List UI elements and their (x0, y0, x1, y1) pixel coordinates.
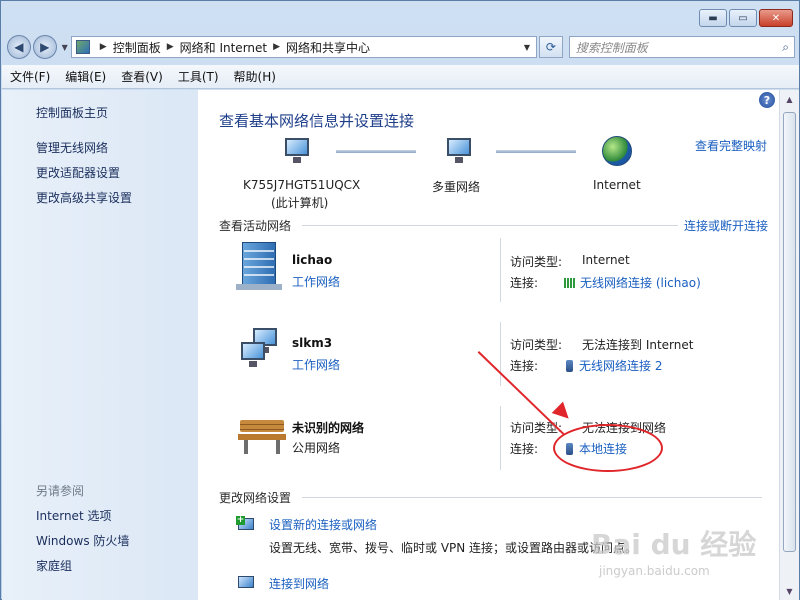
baidu-watermark: Bai du 经验 (591, 528, 757, 561)
internet-globe-icon[interactable] (602, 136, 632, 166)
menu-tools[interactable]: 工具(T) (178, 68, 219, 85)
computer-name: K755J7HGT51UQCX (243, 178, 361, 192)
sidebar-item-control-panel-home[interactable]: 控制面板主页 (36, 104, 108, 121)
column-divider (500, 406, 501, 470)
sidebar-item-advanced-sharing[interactable]: 更改高级共享设置 (36, 189, 132, 206)
forward-button[interactable]: ▶ (32, 35, 57, 59)
internet-label: Internet (593, 178, 641, 192)
access-type-label: 访问类型: (510, 255, 563, 269)
sidebar-item-adapter-settings[interactable]: 更改适配器设置 (36, 164, 120, 181)
minimize-icon: ▬ (708, 12, 718, 24)
public-network-bench-icon (238, 416, 286, 456)
search-icon[interactable]: ⌕ (782, 40, 789, 55)
connection-link-text: 无线网络连接 2 (579, 359, 663, 373)
connection-link[interactable]: 无线网络连接 (lichao) (564, 274, 701, 291)
breadcrumb-network-internet[interactable]: 网络和 Internet (180, 39, 267, 56)
setup-connection-desc: 设置无线、宽带、拨号、临时或 VPN 连接；或设置路由器或访问点。 (269, 541, 638, 555)
address-bar[interactable]: ▶ 控制面板 ▶ 网络和 Internet ▶ 网络和共享中心 ▼ (70, 36, 537, 58)
connect-to-network-icon (236, 574, 258, 596)
connection-label: 连接: (510, 276, 539, 290)
breadcrumb-arrow-icon[interactable]: ▶ (273, 42, 280, 52)
network-name: lichao (292, 253, 333, 267)
change-settings-heading: 更改网络设置 (219, 491, 292, 505)
sidebar-item-internet-options[interactable]: Internet 选项 (36, 507, 111, 524)
annotation-ellipse (553, 424, 663, 472)
network-type-link[interactable]: 工作网络 (292, 273, 340, 290)
connection-link-text: 无线网络连接 (lichao) (580, 276, 701, 290)
search-input[interactable]: 搜索控制面板 ⌕ (568, 36, 795, 58)
sidebar-item-firewall[interactable]: Windows 防火墙 (36, 532, 129, 549)
breadcrumb-control-panel[interactable]: 控制面板 (113, 39, 161, 56)
menu-view[interactable]: 查看(V) (121, 68, 163, 85)
scroll-down-icon[interactable]: ▼ (780, 582, 799, 600)
breadcrumb-arrow-icon[interactable]: ▶ (100, 42, 107, 52)
view-full-map-link[interactable]: 查看完整映射 (695, 137, 767, 154)
new-connection-icon: + (236, 516, 258, 538)
address-row: ◀ ▶ ▼ ▶ 控制面板 ▶ 网络和 Internet ▶ 网络和共享中心 ▼ … (7, 33, 795, 61)
back-button[interactable]: ◀ (7, 35, 31, 59)
multi-network-label: 多重网络 (432, 180, 481, 194)
sidebar: 控制面板主页 管理无线网络 更改适配器设置 更改高级共享设置 另请参阅 Inte… (2, 90, 198, 600)
work-network-icon (236, 242, 282, 290)
adapter-icon (566, 360, 573, 372)
connect-disconnect-link[interactable]: 连接或断开连接 (684, 217, 768, 234)
scroll-up-icon[interactable]: ▲ (780, 90, 799, 108)
address-dropdown-icon[interactable]: ▼ (524, 43, 530, 52)
baidu-watermark-url: jingyan.baidu.com (599, 564, 710, 578)
close-button[interactable]: ✕ (759, 9, 793, 27)
connection-label: 连接: (510, 359, 539, 373)
network-sharing-center-window: ▬ ▭ ✕ ◀ ▶ ▼ ▶ 控制面板 ▶ 网络和 Internet ▶ 网络和共… (0, 0, 800, 600)
menu-file[interactable]: 文件(F) (10, 68, 50, 85)
breadcrumb-network-sharing-center[interactable]: 网络和共享中心 (286, 39, 370, 56)
menu-bar: 文件(F) 编辑(E) 查看(V) 工具(T) 帮助(H) (2, 65, 799, 89)
refresh-button[interactable]: ⟳ (538, 36, 563, 58)
maximize-button[interactable]: ▭ (729, 9, 757, 27)
network-type: 公用网络 (292, 441, 341, 455)
sidebar-item-manage-wireless[interactable]: 管理无线网络 (36, 139, 108, 156)
menu-help[interactable]: 帮助(H) (234, 68, 276, 85)
computer-sub: (此计算机) (271, 196, 329, 210)
close-icon: ✕ (771, 12, 781, 24)
network-name: slkm3 (292, 336, 333, 350)
access-type-value: 无法连接到 Internet (582, 338, 694, 352)
access-type-label: 访问类型: (510, 421, 563, 435)
connect-to-network-link[interactable]: 连接到网络 (269, 575, 329, 592)
section-divider (302, 225, 678, 226)
caption-buttons: ▬ ▭ ✕ (699, 9, 793, 27)
map-connector (496, 150, 576, 153)
network-type-link[interactable]: 工作网络 (292, 356, 340, 373)
computer-icon[interactable] (282, 138, 312, 164)
active-networks-heading: 查看活动网络 (219, 219, 292, 233)
network-name: 未识别的网络 (292, 421, 365, 435)
wireless-signal-icon (564, 278, 576, 288)
multi-network-icon[interactable] (444, 138, 474, 164)
menu-edit[interactable]: 编辑(E) (65, 68, 106, 85)
work-network-computers-icon (238, 328, 284, 374)
setup-connection-link[interactable]: 设置新的连接或网络 (269, 516, 377, 533)
search-placeholder: 搜索控制面板 (575, 40, 648, 55)
section-divider (302, 497, 762, 498)
breadcrumb-arrow-icon[interactable]: ▶ (167, 42, 174, 52)
connection-link[interactable]: 无线网络连接 2 (566, 357, 662, 374)
access-type-label: 访问类型: (510, 338, 563, 352)
minimize-button[interactable]: ▬ (699, 9, 727, 27)
map-connector (336, 150, 416, 153)
scroll-thumb[interactable] (783, 112, 796, 552)
recent-pages-dropdown[interactable]: ▼ (62, 43, 68, 52)
see-also-heading: 另请参阅 (36, 484, 85, 498)
access-type-value: Internet (582, 253, 630, 267)
help-icon[interactable]: ? (759, 92, 775, 108)
column-divider (500, 322, 501, 386)
connection-label: 连接: (510, 442, 539, 456)
page-title: 查看基本网络信息并设置连接 (219, 112, 415, 130)
control-panel-icon (75, 40, 90, 54)
sidebar-item-homegroup[interactable]: 家庭组 (36, 557, 72, 574)
column-divider (500, 238, 501, 302)
vertical-scrollbar[interactable]: ▲ ▼ (779, 90, 799, 600)
maximize-icon: ▭ (738, 12, 748, 24)
